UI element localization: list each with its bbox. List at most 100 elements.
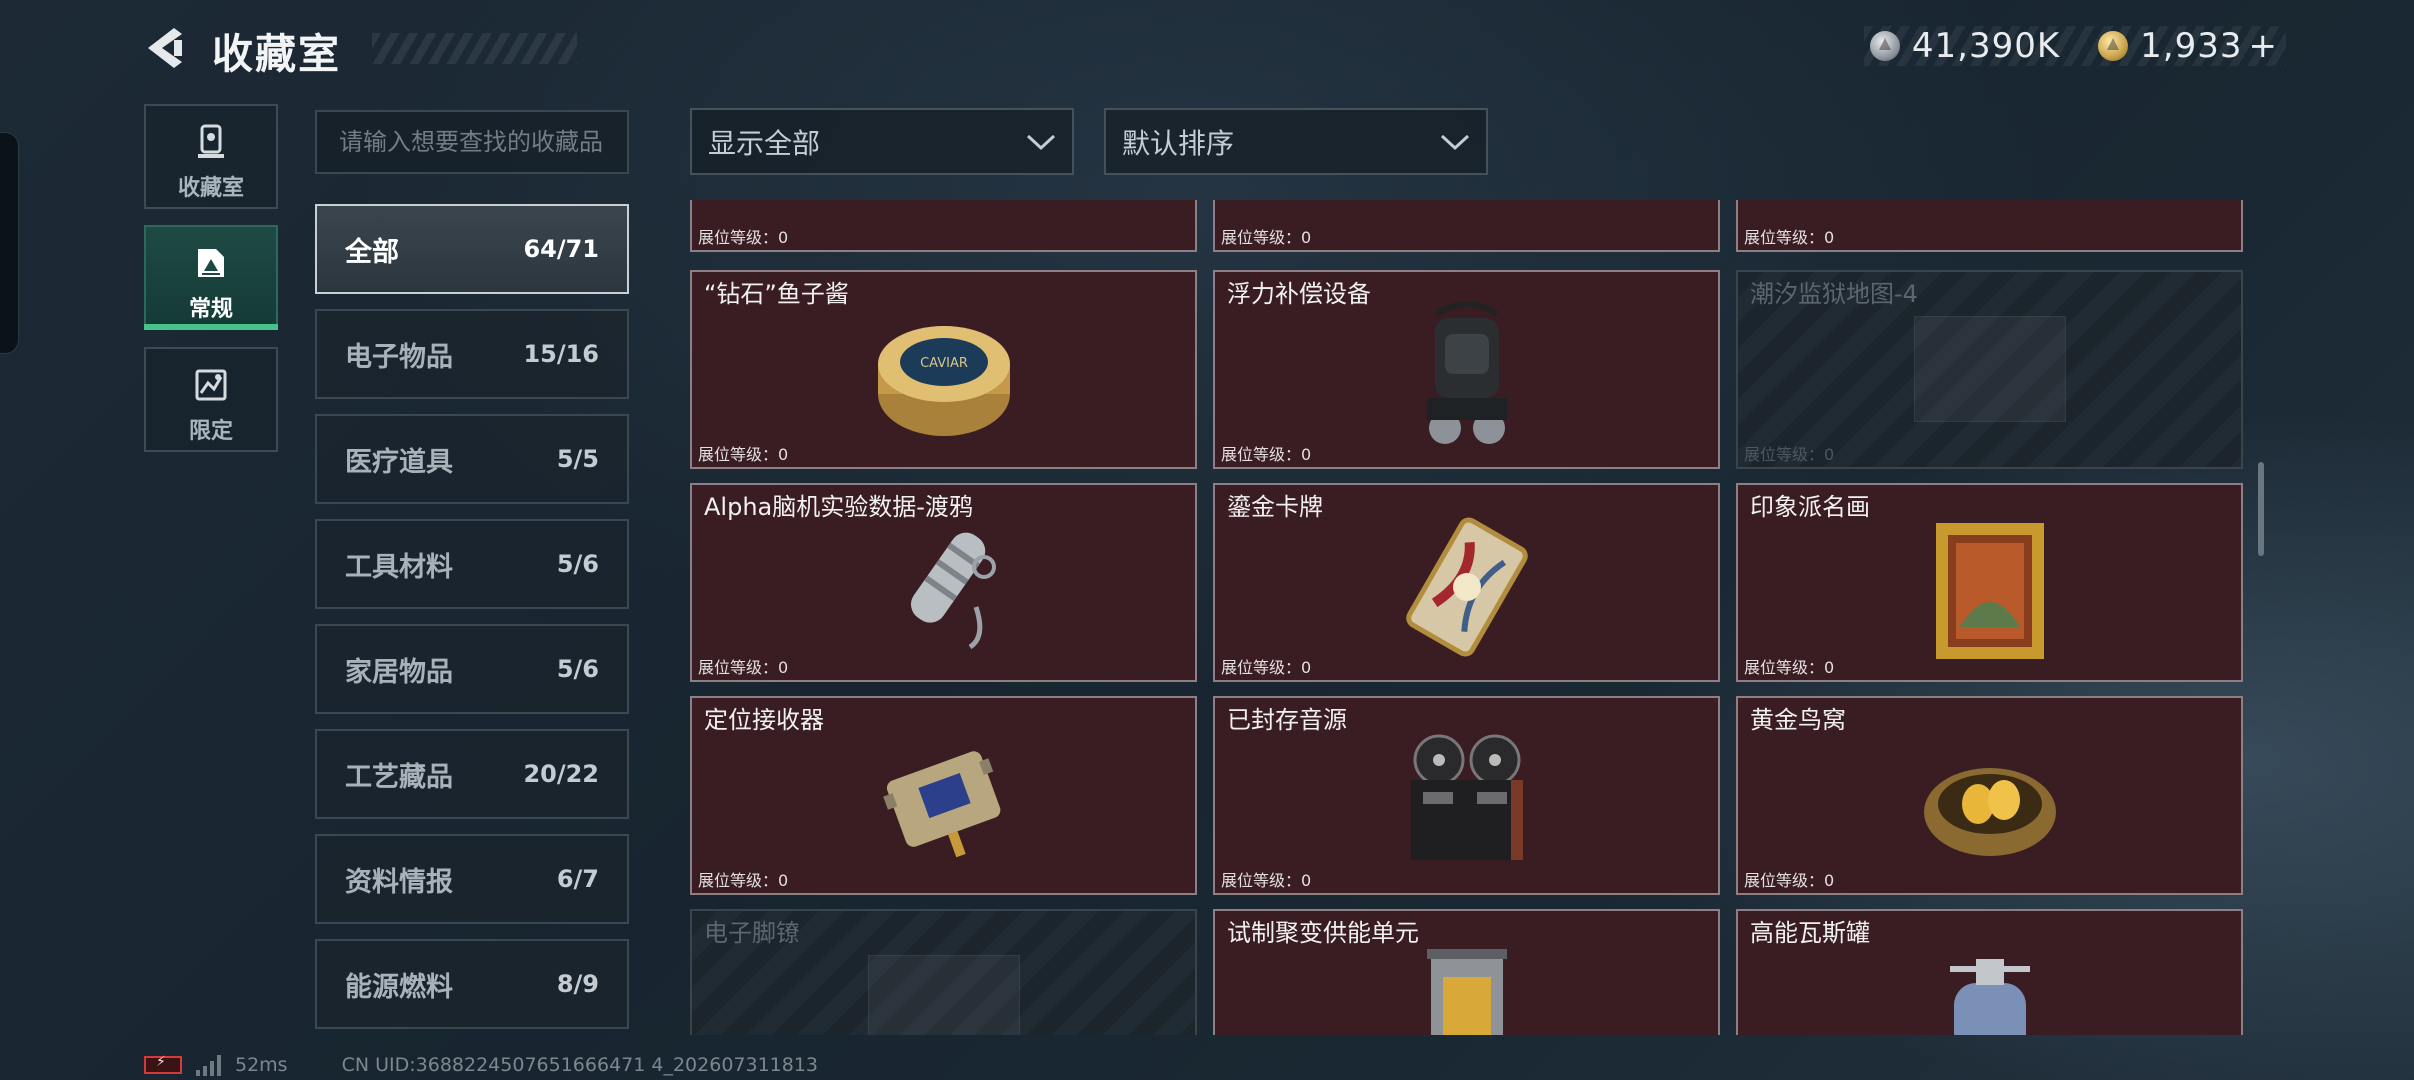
category-crafts[interactable]: 工艺藏品 20/22 [315,729,629,819]
limited-icon [195,369,227,401]
data-capsule-icon [910,532,996,650]
svg-text:CAVIAR: CAVIAR [920,356,968,371]
collection-grid[interactable]: 展位等级：0 展位等级：0 展位等级：0 “钻石”鱼子酱 CAVIAR 展位等级… [690,200,2245,1035]
category-name: 全部 [345,236,399,268]
category-name: 能源燃料 [345,971,453,1003]
category-name: 家居物品 [345,656,453,688]
category-count: 15/16 [523,340,599,368]
receiver-icon [882,751,1000,858]
item-card[interactable]: 已封存音源 展位等级：0 [1213,696,1720,895]
reel-recorder-icon [1410,734,1523,860]
battery-low-icon [144,1054,182,1074]
search-box[interactable] [315,110,629,174]
display-filter-dropdown[interactable]: 显示全部 [690,108,1074,175]
item-level: 展位等级：0 [1744,871,1835,890]
item-level: 展位等级：0 [1221,658,1312,677]
item-card[interactable]: 高能瓦斯罐 [1736,909,2243,1035]
nav-label: 限定 [188,419,233,444]
page-title: 收藏室 [212,30,341,78]
item-name: 鎏金卡牌 [1227,493,1323,521]
scrollbar-thumb[interactable] [2258,462,2264,556]
golden-nest-icon [1923,768,2056,856]
item-card[interactable]: 试制聚变供能单元 [1213,909,1720,1035]
category-count: 5/6 [556,550,599,578]
category-tools[interactable]: 工具材料 5/6 [315,519,629,609]
item-level: 展位等级：0 [698,228,789,247]
fusion-cell-icon [1426,949,1507,1035]
category-count: 20/22 [523,760,599,788]
search-input[interactable] [317,112,627,172]
item-level: 展位等级：0 [698,658,789,677]
collection-room-icon [198,124,224,158]
display-filter-value: 显示全部 [708,126,821,160]
add-currency-button[interactable]: + [2249,26,2279,66]
signal-icon [196,1054,221,1076]
category-all[interactable]: 全部 64/71 [315,204,629,294]
category-name: 医疗道具 [345,446,453,478]
edge-handle[interactable] [0,132,19,354]
nav-label: 常规 [188,297,233,322]
ankle-monitor-icon [867,955,1020,1035]
category-name: 电子物品 [345,341,453,373]
item-card[interactable]: 黄金鸟窝 展位等级：0 [1736,696,2243,895]
nav-collection-room[interactable]: 收藏室 [144,104,278,209]
item-card[interactable]: 展位等级：0 [1736,200,2243,252]
item-level: 展位等级：0 [1744,658,1835,677]
item-card[interactable]: Alpha脑机实验数据-渡鸦 展位等级：0 [690,483,1197,682]
item-card[interactable]: 定位接收器 展位等级：0 [690,696,1197,895]
category-name: 资料情报 [345,866,453,898]
buoyancy-device-icon [1426,301,1507,444]
back-arrow-icon[interactable] [144,24,186,72]
item-level: 展位等级：0 [698,445,789,464]
nav-limited[interactable]: 限定 [144,347,278,452]
gold-coin-icon [2098,31,2129,61]
item-card[interactable]: 浮力补偿设备 展位等级：0 [1213,270,1720,469]
category-count: 64/71 [523,235,599,263]
category-intel[interactable]: 资料情报 6/7 [315,834,629,924]
title-decoration [372,33,577,64]
caviar-tin-icon: CAVIAR [877,326,1010,436]
item-level: 展位等级：0 [698,871,789,890]
item-name: 黄金鸟窝 [1750,706,1846,734]
silver-coin-icon [1869,31,1900,61]
item-card[interactable]: 印象派名画 展位等级：0 [1736,483,2243,682]
item-card[interactable]: 鎏金卡牌 展位等级：0 [1213,483,1720,682]
item-level: 展位等级：0 [1221,445,1312,464]
gas-canister-icon [1949,959,2030,1035]
nav-regular[interactable]: 常规 [144,225,278,330]
item-card-locked[interactable]: 电子脚镣 [690,909,1197,1035]
gold-balance: 1,933 [2140,26,2243,66]
gilded-card-icon [1405,517,1528,657]
sort-dropdown[interactable]: 默认排序 [1104,108,1488,175]
item-level: 展位等级：0 [1744,228,1835,247]
category-count: 5/5 [556,445,599,473]
chevron-down-icon [1440,134,1470,150]
item-name: 印象派名画 [1750,493,1870,521]
category-home[interactable]: 家居物品 5/6 [315,624,629,714]
silver-balance: 41,390K [1911,26,2061,66]
category-count: 6/7 [556,865,599,893]
item-name: 潮汐监狱地图-4 [1750,280,1918,308]
partial-item-icon [864,200,1024,225]
category-name: 工具材料 [345,551,453,583]
map-icon [1913,316,2066,422]
item-card[interactable]: 展位等级：0 [690,200,1197,252]
item-card-locked[interactable]: 潮汐监狱地图-4 展位等级：0 [1736,270,2243,469]
item-card[interactable]: “钻石”鱼子酱 CAVIAR 展位等级：0 [690,270,1197,469]
partial-item-icon [1910,200,2070,225]
item-card[interactable]: 展位等级：0 [1213,200,1720,252]
category-medical[interactable]: 医疗道具 5/5 [315,414,629,504]
item-name: 浮力补偿设备 [1227,280,1371,308]
sort-value: 默认排序 [1122,126,1235,160]
currency-bar: 41,390K 1,933 + [1863,26,2286,66]
item-level: 展位等级：0 [1744,445,1835,464]
item-level: 展位等级：0 [1221,228,1312,247]
category-energy[interactable]: 能源燃料 8/9 [315,939,629,1029]
item-name: 电子脚镣 [704,919,800,947]
status-footer: 52ms CN UID:3688224507651666471 4_202607… [144,1052,818,1078]
category-electronics[interactable]: 电子物品 15/16 [315,309,629,399]
item-name: 高能瓦斯罐 [1750,919,1870,947]
grid-scrollbar[interactable] [2258,200,2264,1035]
regular-icon [198,249,224,277]
chevron-down-icon [1026,134,1056,150]
